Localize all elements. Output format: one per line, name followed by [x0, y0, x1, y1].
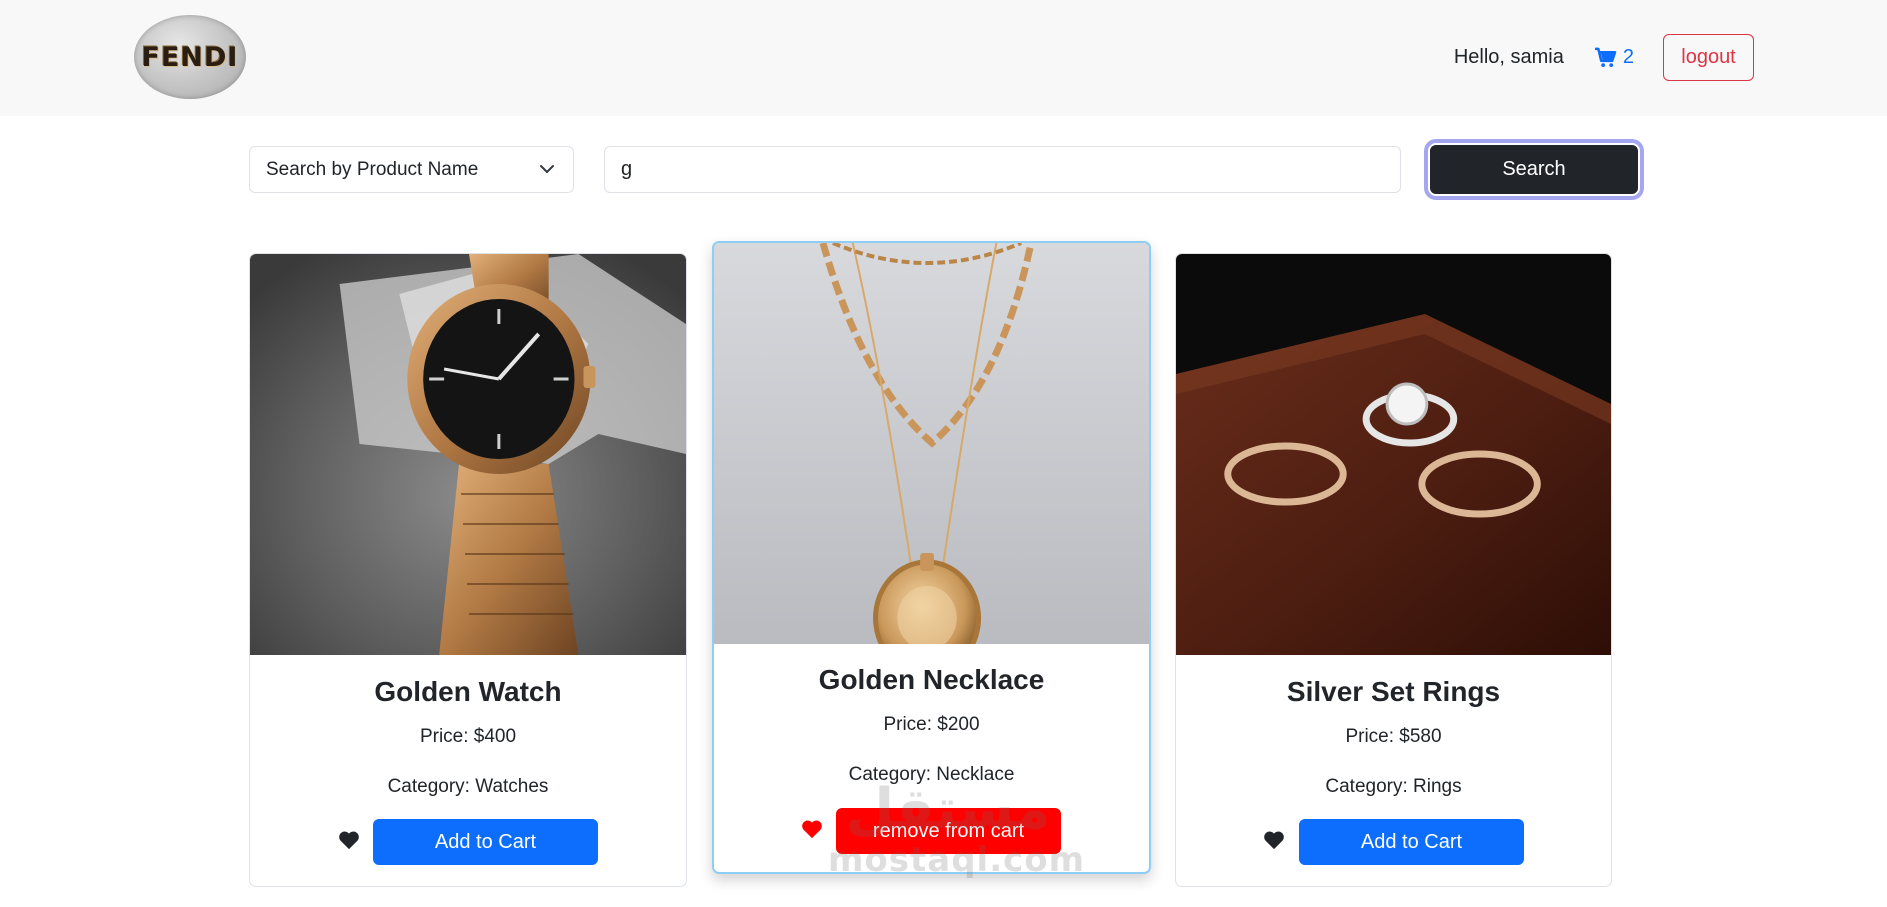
search-input[interactable] [604, 146, 1401, 193]
product-price: Price: $580 [1345, 726, 1442, 747]
product-category: Category: Rings [1325, 776, 1462, 797]
product-title: Silver Set Rings [1286, 676, 1501, 707]
brand-logo-text: FENDI [141, 41, 239, 73]
search-mode-select[interactable]: Search by Product Name [249, 146, 574, 193]
product-title: Golden Watch [374, 676, 562, 707]
product-image-watch [250, 254, 686, 655]
logout-button[interactable]: logout [1663, 34, 1754, 81]
product-card: Golden Necklace Price: $200 Category: Ne… [712, 241, 1151, 874]
product-card: Golden Watch Price: $400 Category: Watch… [249, 253, 687, 887]
product-price: Price: $400 [419, 726, 517, 747]
product-image-rings [1176, 254, 1611, 655]
cart-link[interactable]: 2 [1594, 46, 1634, 69]
product-category: Category: Watches [387, 776, 549, 797]
heart-icon[interactable] [338, 830, 360, 850]
product-category: Category: Necklace [848, 764, 1015, 785]
cart-count: 2 [1622, 46, 1634, 68]
product-title: Golden Necklace [818, 664, 1045, 695]
heart-icon[interactable] [1263, 830, 1285, 850]
user-nav: Hello, samia 2 logout [1454, 34, 1754, 81]
product-price: Price: $200 [883, 714, 980, 735]
brand-logo[interactable]: FENDI [134, 15, 246, 99]
remove-from-cart-button[interactable]: remove from cart [836, 808, 1061, 854]
add-to-cart-button[interactable]: Add to Cart [1299, 819, 1524, 865]
search-mode-value: Search by Product Name [266, 158, 479, 180]
heart-icon[interactable] [801, 819, 823, 839]
cart-icon [1594, 47, 1617, 68]
add-to-cart-button[interactable]: Add to Cart [373, 819, 598, 865]
product-image-necklace [714, 243, 1149, 644]
navbar: FENDI Hello, samia 2 logout [0, 0, 1887, 116]
product-card: Silver Set Rings Price: $580 Category: R… [1175, 253, 1612, 887]
search-button[interactable]: Search [1428, 143, 1640, 196]
user-greeting: Hello, samia [1453, 46, 1564, 68]
chevron-down-icon [540, 165, 554, 173]
